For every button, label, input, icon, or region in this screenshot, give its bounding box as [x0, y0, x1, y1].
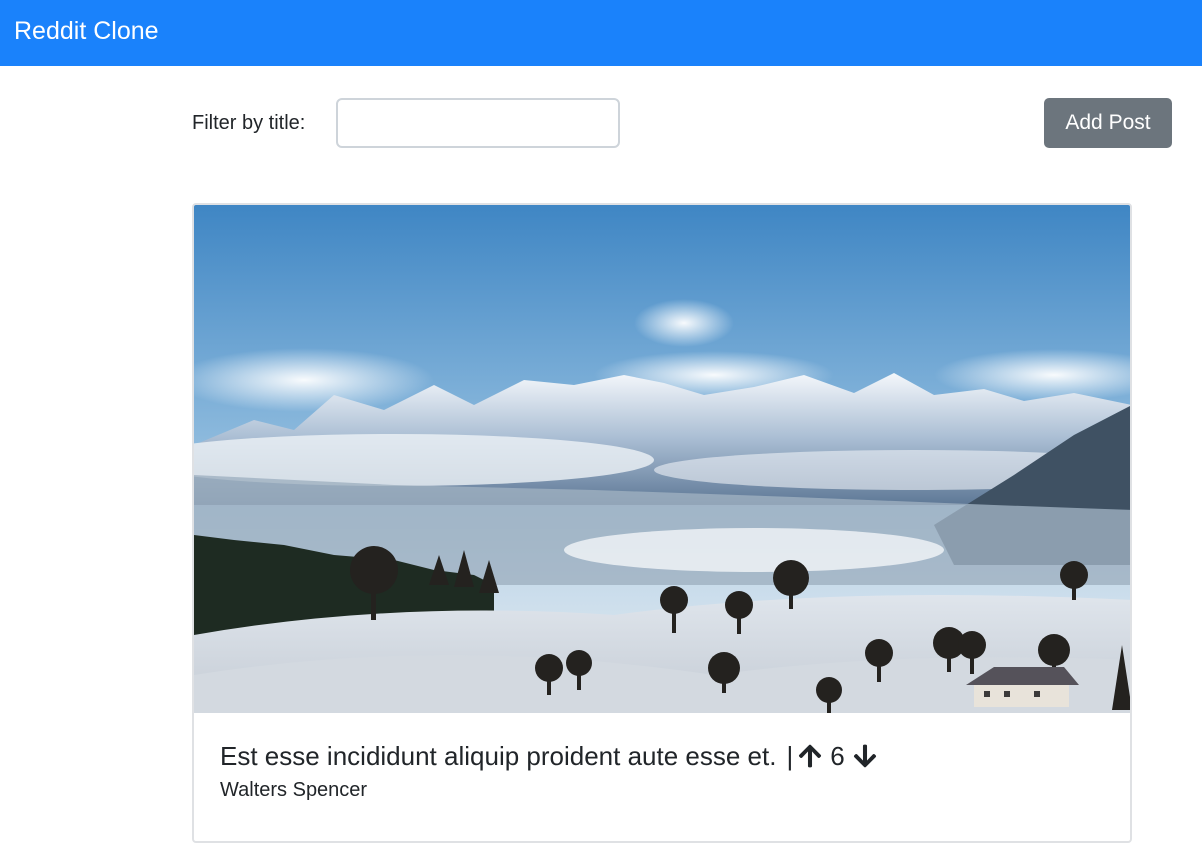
arrow-down-icon[interactable]	[852, 743, 878, 769]
post-body: Est esse incididunt aliquip proident aut…	[220, 739, 1100, 803]
post-title-line: Est esse incididunt aliquip proident aut…	[220, 739, 1100, 773]
arrow-up-icon[interactable]	[797, 743, 823, 769]
post-title[interactable]: Est esse incididunt aliquip proident aut…	[220, 739, 776, 773]
post-score: 6	[830, 741, 845, 771]
title-separator: |	[786, 741, 794, 771]
filter-input[interactable]	[336, 98, 620, 148]
post-card: Est esse incididunt aliquip proident aut…	[192, 203, 1132, 843]
add-post-button[interactable]: Add Post	[1044, 98, 1172, 148]
post-author: Walters Spencer	[220, 779, 368, 801]
brand-link[interactable]: Reddit Clone	[14, 15, 159, 47]
navbar: Reddit Clone	[0, 0, 1202, 66]
filter-label: Filter by title:	[192, 112, 306, 134]
post-image	[194, 205, 1130, 713]
